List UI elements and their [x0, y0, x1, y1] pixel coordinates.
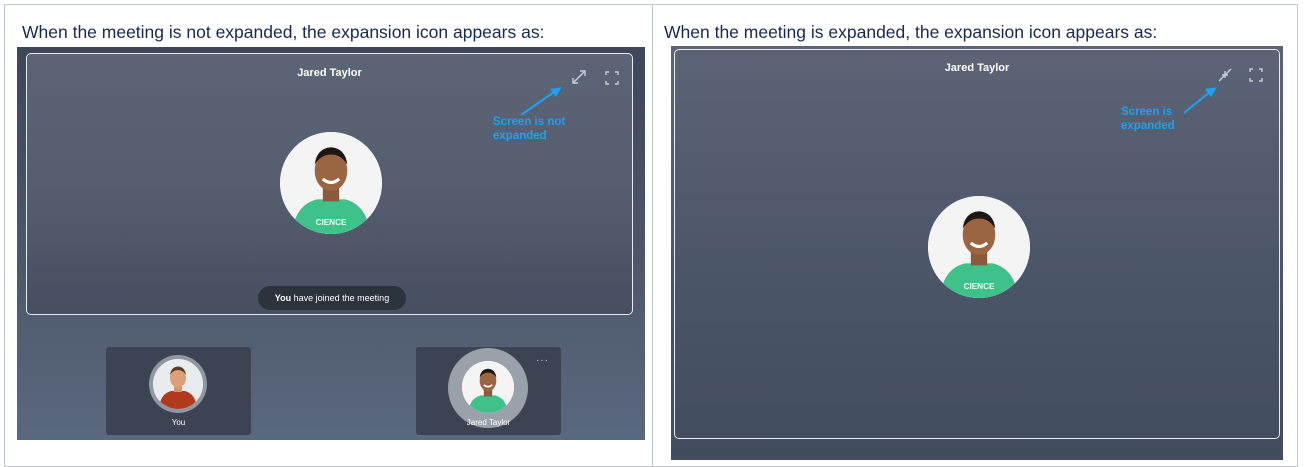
svg-text:CIENCE: CIENCE [964, 282, 995, 291]
expand-icon[interactable] [570, 68, 588, 86]
tile-you[interactable]: You [106, 347, 251, 435]
annotation-arrow [1183, 87, 1217, 114]
cell-not-expanded: When the meeting is not expanded, the ex… [5, 5, 653, 466]
participant-avatar: CIENCE [280, 132, 382, 234]
participant-avatar: CIENCE [928, 196, 1030, 298]
fullscreen-icon[interactable] [1247, 66, 1265, 84]
collapse-icon[interactable] [1216, 66, 1234, 84]
tile-label-jared: Jared Taylor [466, 418, 511, 427]
cell-expanded: When the meeting is expanded, the expans… [653, 5, 1297, 466]
main-video-stage: Jared Taylor Screen is not expanded CIEN… [26, 53, 633, 315]
toast-bold: You [274, 293, 292, 303]
join-toast: You have joined the meeting [258, 286, 406, 310]
expanded-video-stage: Jared Taylor Screen is expanded CIENCE [674, 49, 1280, 439]
comparison-table: When the meeting is not expanded, the ex… [4, 4, 1298, 467]
screenshot-expanded: Jared Taylor Screen is expanded CIENCE [671, 46, 1283, 460]
jared-tile-avatar [462, 361, 514, 413]
participant-name: Jared Taylor [297, 67, 362, 79]
you-avatar [153, 359, 203, 409]
toast-text: have joined the meeting [291, 293, 390, 303]
annotation-not-expanded: Screen is not expanded [493, 116, 566, 142]
caption-expanded: When the meeting is expanded, the expans… [664, 22, 1158, 42]
tile-label-you: You [171, 418, 186, 427]
annotation-expanded: Screen is expanded [1121, 106, 1175, 132]
more-icon[interactable]: ··· [536, 356, 549, 366]
svg-text:CIENCE: CIENCE [316, 218, 347, 227]
caption-not-expanded: When the meeting is not expanded, the ex… [22, 22, 545, 42]
tile-jared[interactable]: ··· Jared Taylor [416, 347, 561, 435]
screenshot-not-expanded: Jared Taylor Screen is not expanded CIEN… [17, 47, 645, 440]
participant-name: Jared Taylor [944, 62, 1010, 74]
annotation-arrow [520, 87, 562, 116]
fullscreen-icon[interactable] [603, 69, 621, 87]
